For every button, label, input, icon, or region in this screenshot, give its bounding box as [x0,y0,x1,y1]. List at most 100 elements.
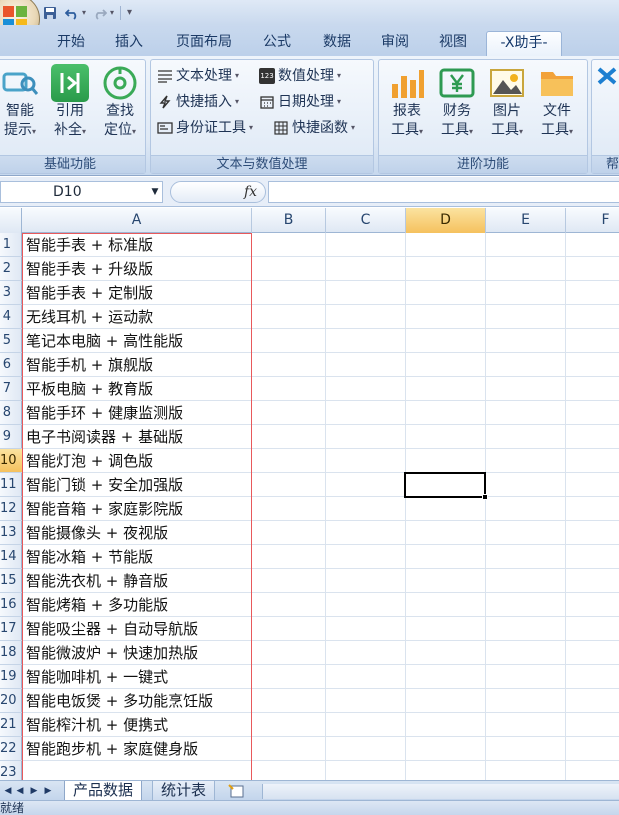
tab-home[interactable]: 开始 [46,31,96,56]
row-header[interactable]: 10 [0,449,22,473]
customize-qat-icon[interactable]: ▾ [127,7,132,18]
image-tool-button[interactable]: 图片 工具▾ [482,64,532,150]
date-process-button[interactable]: 日期处理 ▾ [259,91,341,113]
cell-a[interactable]: 智能手环 + 健康监测版 [26,401,183,425]
cell-a[interactable]: 智能吸尘器 + 自动导航版 [26,617,198,641]
redo-icon[interactable] [92,5,108,21]
id-card-tool-button[interactable]: 身份证工具 ▾ [157,117,253,139]
report-tool-button[interactable]: 报表 工具▾ [382,64,432,150]
row-header[interactable]: 2 [0,257,22,281]
sheet-tab-product-data[interactable]: 产品数据 [64,781,143,801]
row-header[interactable]: 21 [0,713,22,737]
select-all-corner[interactable] [0,208,22,233]
row-header[interactable]: 13 [0,521,22,545]
cell-a[interactable]: 智能摄像头 + 夜视版 [26,521,168,545]
smart-hint-button[interactable]: 智能 提示▾ [0,64,45,150]
row-header[interactable]: 11 [0,473,22,497]
group-label-basic: 基础功能 [0,155,145,173]
help-x-icon[interactable] [596,66,618,90]
cell-a[interactable]: 智能音箱 + 家庭影院版 [26,497,183,521]
active-cell-d10[interactable] [404,472,486,498]
text-process-button[interactable]: 文本处理 ▾ [157,65,239,87]
row-header[interactable]: 4 [0,305,22,329]
cell-a[interactable]: 智能洗衣机 + 静音版 [26,569,168,593]
row-header[interactable]: 15 [0,569,22,593]
row-header[interactable]: 18 [0,641,22,665]
formula-input[interactable] [268,181,619,203]
cell-a[interactable]: 智能电饭煲 + 多功能烹饪版 [26,689,213,713]
cell-a[interactable]: 智能烤箱 + 多功能版 [26,593,168,617]
undo-dropdown-icon[interactable]: ▾ [82,8,86,17]
row-header[interactable]: 14 [0,545,22,569]
cell-a[interactable]: 平板电脑 + 教育版 [26,377,153,401]
cell-a[interactable]: 智能微波炉 + 快速加热版 [26,641,198,665]
find-locate-button[interactable]: 查找 定位▾ [95,64,145,150]
row-header[interactable]: 12 [0,497,22,521]
ribbon-tabs: 开始 插入 页面布局 公式 数据 审阅 视图 -X助手- [0,25,619,56]
cell-a[interactable]: 无线耳机 + 运动款 [26,305,153,329]
row-header[interactable]: 19 [0,665,22,689]
cell-a[interactable]: 智能咖啡机 + 一键式 [26,665,168,689]
row-header[interactable]: 22 [0,737,22,761]
cell-area[interactable]: 智能手表 + 标准版 智能手表 + 升级版 智能手表 + 定制版 无线耳机 + 运动款… [22,233,619,780]
cell-a[interactable]: 笔记本电脑 + 高性能版 [26,329,183,353]
row-header[interactable]: 1 [0,233,22,257]
column-header-f[interactable]: F [566,208,619,233]
column-header-b[interactable]: B [252,208,326,233]
column-header-e[interactable]: E [486,208,566,233]
name-box[interactable]: D10 [0,181,163,203]
insert-function-icon[interactable]: fx [244,181,257,203]
tab-page-layout[interactable]: 页面布局 [166,31,242,56]
row-header[interactable]: 17 [0,617,22,641]
tab-data[interactable]: 数据 [312,31,362,56]
undo-icon[interactable] [64,5,80,21]
cell-a[interactable]: 智能冰箱 + 节能版 [26,545,153,569]
column-header-c[interactable]: C [326,208,406,233]
row-header[interactable]: 23 [0,761,22,780]
row-header[interactable]: 6 [0,353,22,377]
tab-review[interactable]: 审阅 [370,31,420,56]
redo-dropdown-icon[interactable]: ▾ [110,8,114,17]
cell-a[interactable]: 智能手表 + 标准版 [26,233,153,257]
save-icon[interactable] [42,5,58,21]
next-sheet-icon[interactable]: ▶ [28,783,40,799]
tab-formulas[interactable]: 公式 [252,31,302,56]
tab-view[interactable]: 视图 [428,31,478,56]
cell-a[interactable]: 智能手机 + 旗舰版 [26,353,153,377]
prev-sheet-icon[interactable]: ◀ [14,783,26,799]
cell-a[interactable]: 智能手表 + 定制版 [26,281,153,305]
cell-a[interactable]: 智能手表 + 升级版 [26,257,153,281]
first-sheet-icon[interactable]: ◀ [2,783,14,799]
number-process-button[interactable]: 123 数值处理 ▾ [259,65,341,87]
file-tool-button[interactable]: 文件 工具▾ [532,64,582,150]
id-card-icon [157,120,173,136]
column-header-d[interactable]: D [406,208,486,233]
fill-handle[interactable] [482,494,488,500]
row-header[interactable]: 7 [0,377,22,401]
row-header[interactable]: 20 [0,689,22,713]
last-sheet-icon[interactable]: ▶ [42,783,54,799]
quick-function-button[interactable]: 快捷函数 ▾ [273,117,355,139]
reference-complete-button[interactable]: 引用 补全▾ [45,64,95,150]
cell-a[interactable]: 智能灯泡 + 调色版 [26,449,153,473]
cell-a[interactable]: 智能门锁 + 安全加强版 [26,473,183,497]
column-header-a[interactable]: A [22,208,252,233]
horizontal-scrollbar[interactable] [262,784,619,799]
name-box-dropdown-icon[interactable]: ▼ [148,181,162,203]
row-header[interactable]: 3 [0,281,22,305]
cell-a[interactable]: 电子书阅读器 + 基础版 [26,425,183,449]
finance-tool-button[interactable]: 财务 工具▾ [432,64,482,150]
row-header[interactable]: 16 [0,593,22,617]
number-123-icon: 123 [259,68,275,84]
tab-x-assistant[interactable]: -X助手- [486,31,562,56]
tab-insert[interactable]: 插入 [104,31,154,56]
cell-a[interactable]: 智能跑步机 + 家庭健身版 [26,737,198,761]
row-header[interactable]: 9 [0,425,22,449]
row-header[interactable]: 5 [0,329,22,353]
quick-insert-button[interactable]: 快捷插入 ▾ [157,91,239,113]
row-header[interactable]: 8 [0,401,22,425]
insert-sheet-icon[interactable] [226,782,248,800]
cell-a[interactable]: 智能榨汁机 + 便携式 [26,713,168,737]
sheet-tab-stats[interactable]: 统计表 [152,781,216,801]
worksheet-grid[interactable]: A B C D E F 1 2 3 4 5 6 7 8 9 10 11 12 13 14 15 16 17 18 1… [0,208,619,780]
